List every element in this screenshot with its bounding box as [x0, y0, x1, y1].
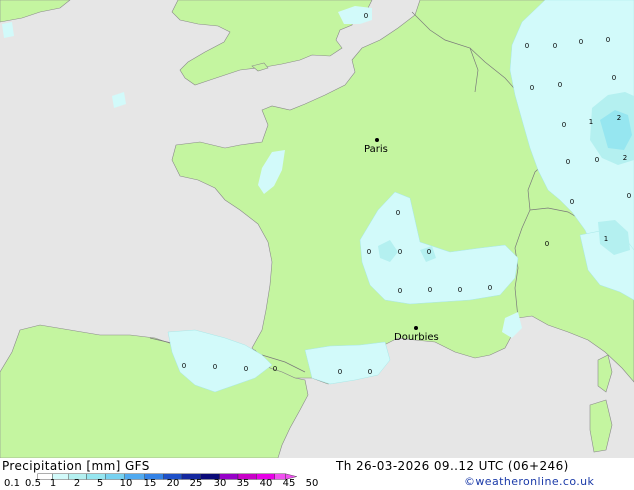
- city-label-paris: Paris: [364, 144, 388, 155]
- precip-value: 0: [428, 286, 432, 294]
- precip-value: 0: [530, 84, 534, 92]
- precip-value: 0: [273, 365, 277, 373]
- precip-value: 0: [627, 192, 631, 200]
- scale-tick-label: 50: [305, 478, 319, 489]
- scale-tick-label: 10: [119, 478, 133, 489]
- precip-value: 0: [606, 36, 610, 44]
- precip-value: 0: [562, 121, 566, 129]
- scale-tick-label: 0.5: [25, 478, 41, 489]
- precip-value: 0: [488, 284, 492, 292]
- precip-value: 0: [396, 209, 400, 217]
- precipitation-map: 0 0 0 0 0 0 0 0 1 2 0 0 2 0 0 1 0 0 0 0 …: [0, 0, 634, 490]
- precip-value: 2: [623, 154, 627, 162]
- precip-value: 1: [604, 235, 608, 243]
- precip-value: 0: [558, 81, 562, 89]
- precip-value: 2: [617, 114, 621, 122]
- precip-value: 0: [570, 198, 574, 206]
- scale-tick-label: 1: [49, 478, 57, 489]
- precip-value: 0: [553, 42, 557, 50]
- scale-tick-label: 5: [96, 478, 104, 489]
- precip-value: 0: [338, 368, 342, 376]
- city-dot-paris: [375, 138, 379, 142]
- scale-tick-label: 30: [213, 478, 227, 489]
- precip-value: 1: [589, 118, 593, 126]
- scale-tick-label: 0.1: [4, 478, 20, 489]
- map-canvas: 0 0 0 0 0 0 0 0 1 2 0 0 2 0 0 1 0 0 0 0 …: [0, 0, 634, 458]
- scale-tick-label: 20: [166, 478, 180, 489]
- color-scale-labels: 0.1 0.5 1 2 5 10 15 20 25 30 35 40 45 50: [0, 458, 634, 490]
- precip-value: 0: [427, 248, 431, 256]
- scale-tick-label: 35: [236, 478, 250, 489]
- precip-value: 0: [566, 158, 570, 166]
- precip-value: 0: [595, 156, 599, 164]
- precip-value: 0: [579, 38, 583, 46]
- precip-value: 0: [182, 362, 186, 370]
- scale-tick-label: 40: [259, 478, 273, 489]
- precip-value: 0: [213, 363, 217, 371]
- precip-value: 0: [398, 248, 402, 256]
- precip-value: 0: [525, 42, 529, 50]
- precip-value: 0: [367, 248, 371, 256]
- scale-tick-label: 15: [143, 478, 157, 489]
- city-dot-dourbies: [414, 326, 418, 330]
- scale-tick-label: 45: [282, 478, 296, 489]
- precip-value: 0: [545, 240, 549, 248]
- precip-value: 0: [612, 74, 616, 82]
- scale-tick-label: 25: [189, 478, 203, 489]
- precip-value: 0: [244, 365, 248, 373]
- precip-value: 0: [398, 287, 402, 295]
- city-label-dourbies: Dourbies: [394, 332, 439, 343]
- scale-tick-label: 2: [73, 478, 81, 489]
- precip-value: 0: [458, 286, 462, 294]
- precip-value: 0: [368, 368, 372, 376]
- precip-value: 0: [364, 12, 368, 20]
